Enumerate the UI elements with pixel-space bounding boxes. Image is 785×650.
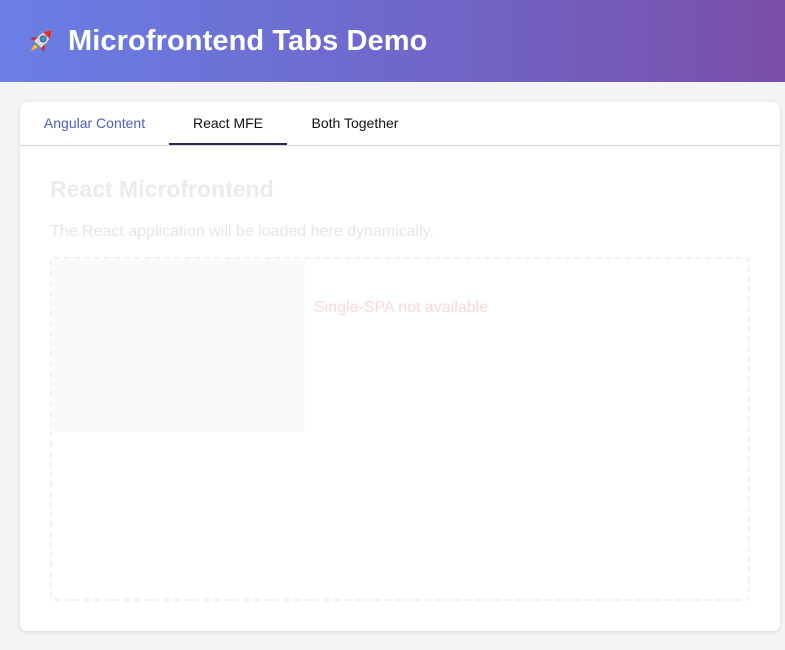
status-message: Single-SPA not available	[314, 299, 489, 316]
rocket-icon	[24, 24, 58, 58]
loading-placeholder	[53, 260, 305, 432]
panel-title: React Microfrontend	[50, 176, 274, 202]
tab-angular-content[interactable]: Angular Content	[20, 102, 169, 145]
panel-description: The React application will be loaded her…	[50, 223, 434, 240]
tab-both-together[interactable]: Both Together	[287, 102, 423, 145]
tabs-card: Angular Content React MFE Both Together …	[20, 102, 780, 631]
app-title: Microfrontend Tabs Demo	[68, 24, 428, 57]
app-header: Microfrontend Tabs Demo	[0, 0, 785, 82]
tab-react-mfe[interactable]: React MFE	[169, 102, 287, 145]
microfrontend-container: Single-SPA not available	[50, 257, 750, 601]
tab-bar: Angular Content React MFE Both Together	[20, 102, 780, 146]
